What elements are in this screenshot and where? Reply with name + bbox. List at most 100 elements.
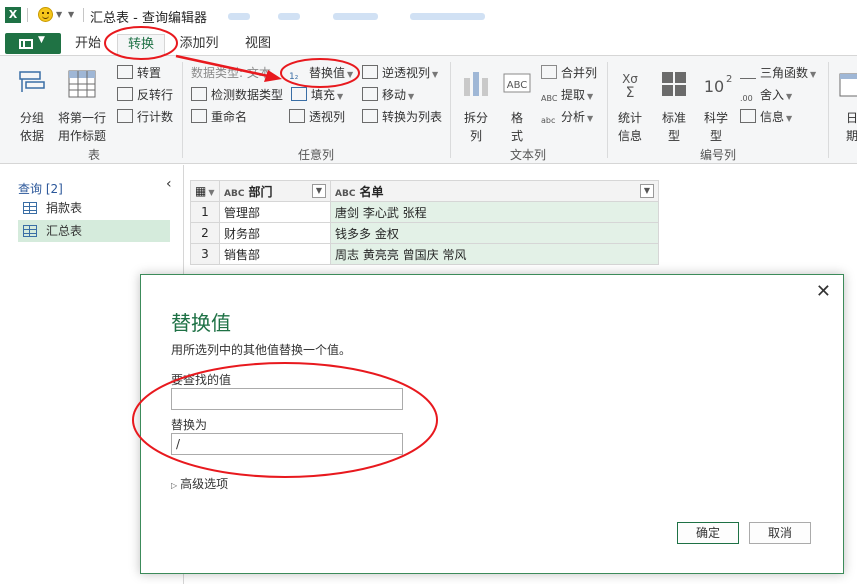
collapse-chevron-icon[interactable]: ‹ bbox=[166, 176, 172, 192]
scientific-button[interactable]: 10 2 科学 型 bbox=[698, 68, 734, 145]
extract-button[interactable]: ABC 提取 ▼ bbox=[541, 86, 593, 104]
parse-button[interactable]: abc 分析 ▼ bbox=[541, 108, 593, 126]
group-label-table: 表 bbox=[88, 148, 101, 162]
cell-names[interactable]: 钱多多 金权 bbox=[330, 222, 659, 244]
split-column-label: 拆分 列 bbox=[463, 111, 488, 143]
replace-values-dialog: ✕ 替换值 用所选列中的其他值替换一个值。 要查找的值 替换为 ▷高级选项 确定… bbox=[140, 274, 844, 574]
trigonometry-button[interactable]: 三角函数 ▼ bbox=[740, 64, 816, 82]
data-grid: ▦ ▼ ABC 部门 ▼ ABC 名单 ▼ 1 管理部 唐剑 李心武 张程 2 财务部 钱… bbox=[190, 180, 659, 265]
cell-names[interactable]: 周志 黄亮亮 曾国庆 常风 bbox=[330, 243, 659, 265]
unpivot-columns-button[interactable]: 逆透视列 ▼ bbox=[362, 64, 438, 82]
chevron-down-icon: ▼ bbox=[810, 70, 817, 79]
customize-quick-access-icon[interactable]: ▼ bbox=[68, 10, 74, 19]
svg-text:ABC: ABC bbox=[507, 80, 528, 91]
format-label: 格 式 bbox=[510, 111, 523, 143]
chevron-down-icon: ▼ bbox=[432, 70, 439, 79]
chevron-down-icon: ▼ bbox=[587, 114, 594, 123]
table-row[interactable]: 2 财务部 钱多多 金权 bbox=[190, 222, 659, 244]
pivot-column-button[interactable]: 透视列 bbox=[289, 108, 345, 126]
chevron-down-icon: ▼ bbox=[337, 92, 344, 101]
data-type-label: 数据类型: 文本 bbox=[191, 66, 271, 80]
column-header-names[interactable]: ABC 名单 ▼ bbox=[330, 180, 659, 202]
quick-access-separator bbox=[83, 8, 84, 22]
close-icon[interactable]: ✕ bbox=[816, 281, 831, 302]
tab-home[interactable]: 开始 bbox=[68, 34, 108, 56]
fill-button[interactable]: 填充 ▼ bbox=[291, 86, 343, 104]
row-number: 3 bbox=[190, 243, 220, 265]
detect-data-type-button[interactable]: 检测数据类型 bbox=[191, 86, 283, 104]
table-row[interactable]: 1 管理部 唐剑 李心武 张程 bbox=[190, 201, 659, 223]
date-button[interactable]: 日 期 bbox=[836, 68, 857, 145]
tab-transform[interactable]: 转换 bbox=[117, 34, 165, 56]
standard-button[interactable]: 标准 型 bbox=[656, 68, 692, 145]
group-by-label: 分组 依据 bbox=[19, 111, 44, 143]
chevron-down-icon: ▼ bbox=[347, 70, 354, 79]
rounding-button[interactable]: .00 舍入 ▼ bbox=[740, 86, 792, 104]
cell-dept[interactable]: 管理部 bbox=[219, 201, 331, 223]
move-button[interactable]: 移动 ▼ bbox=[362, 86, 414, 104]
replace-values-button[interactable]: 1₂ 替换值 ▼ bbox=[289, 64, 353, 82]
rename-button[interactable]: 重命名 bbox=[191, 108, 247, 126]
replace-with-input[interactable] bbox=[171, 433, 403, 455]
file-menu-button[interactable]: ▼ bbox=[5, 33, 61, 54]
find-value-input[interactable] bbox=[171, 388, 403, 410]
information-button[interactable]: 信息 ▼ bbox=[740, 108, 792, 126]
use-first-row-button[interactable]: 将第一行 用作标题 bbox=[53, 68, 111, 145]
tab-add-column[interactable]: 添加列 bbox=[173, 34, 225, 56]
reverse-rows-label: 反转行 bbox=[137, 88, 174, 102]
merge-columns-label: 合并列 bbox=[561, 66, 598, 80]
ok-button[interactable]: 确定 bbox=[677, 522, 739, 544]
count-rows-icon bbox=[117, 109, 133, 123]
data-type-dropdown[interactable]: 数据类型: 文本 bbox=[191, 64, 271, 82]
file-icon bbox=[19, 39, 33, 49]
table-icon bbox=[23, 202, 37, 214]
transpose-button[interactable]: 转置 bbox=[117, 64, 161, 82]
table-row[interactable]: 3 销售部 周志 黄亮亮 曾国庆 常风 bbox=[190, 243, 659, 265]
excel-icon[interactable]: X bbox=[5, 7, 21, 23]
rename-label: 重命名 bbox=[211, 110, 248, 124]
calendar-icon bbox=[839, 73, 857, 97]
svg-text:Χσ: Χσ bbox=[622, 72, 638, 86]
convert-to-list-button[interactable]: 转换为列表 bbox=[362, 108, 442, 126]
blurred-item bbox=[228, 13, 250, 20]
quick-access-separator bbox=[27, 8, 28, 22]
chevron-down-icon: ▼ bbox=[786, 114, 793, 123]
group-by-button[interactable]: 分组 依据 bbox=[14, 68, 50, 145]
split-column-button[interactable]: 拆分 列 bbox=[458, 68, 494, 145]
rounding-icon: .00 bbox=[740, 94, 753, 103]
advanced-options-toggle[interactable]: ▷ 高级选项 bbox=[171, 475, 228, 492]
detect-type-label: 检测数据类型 bbox=[211, 88, 284, 102]
svg-text:Σ: Σ bbox=[626, 85, 635, 100]
cell-names[interactable]: 唐剑 李心武 张程 bbox=[330, 201, 659, 223]
query-item-selected[interactable]: 汇总表 bbox=[18, 220, 170, 242]
column-header-dept[interactable]: ABC 部门 ▼ bbox=[219, 180, 331, 202]
count-rows-button[interactable]: 行计数 bbox=[117, 108, 173, 126]
merge-columns-button[interactable]: 合并列 bbox=[541, 64, 597, 82]
smiley-icon[interactable] bbox=[38, 7, 53, 22]
cell-dept[interactable]: 财务部 bbox=[219, 222, 331, 244]
chevron-down-icon[interactable]: ▼ bbox=[56, 10, 62, 19]
filter-dropdown-icon[interactable]: ▼ bbox=[640, 183, 654, 198]
tab-view[interactable]: 视图 bbox=[236, 34, 280, 56]
replace-with-label: 替换为 bbox=[171, 418, 208, 432]
filter-dropdown-icon[interactable]: ▼ bbox=[312, 183, 326, 198]
table-icon bbox=[23, 225, 37, 237]
cancel-button[interactable]: 取消 bbox=[749, 522, 811, 544]
statistics-button[interactable]: Χσ Σ 统计 信息 bbox=[612, 68, 648, 145]
group-label-number-column: 编号列 bbox=[700, 148, 737, 162]
table-menu-icon[interactable]: ▦ ▼ bbox=[190, 180, 220, 202]
query-item-label: 捐款表 bbox=[46, 201, 83, 215]
format-button[interactable]: ABC 格 式 bbox=[500, 68, 534, 145]
statistics-label: 统计 信息 bbox=[617, 111, 642, 143]
date-label: 日 期 bbox=[846, 111, 857, 143]
advanced-options-label: 高级选项 bbox=[180, 477, 229, 491]
merge-columns-icon bbox=[541, 65, 557, 79]
svg-text:10: 10 bbox=[704, 77, 724, 96]
replace-values-icon: 1₂ bbox=[289, 72, 299, 82]
chevron-down-icon: ▼ bbox=[38, 35, 45, 45]
ribbon-separator bbox=[828, 62, 829, 158]
reverse-rows-button[interactable]: 反转行 bbox=[117, 86, 173, 104]
pivot-label: 透视列 bbox=[309, 110, 346, 124]
cell-dept[interactable]: 销售部 bbox=[219, 243, 331, 265]
query-item[interactable]: 捐款表 bbox=[18, 197, 170, 219]
